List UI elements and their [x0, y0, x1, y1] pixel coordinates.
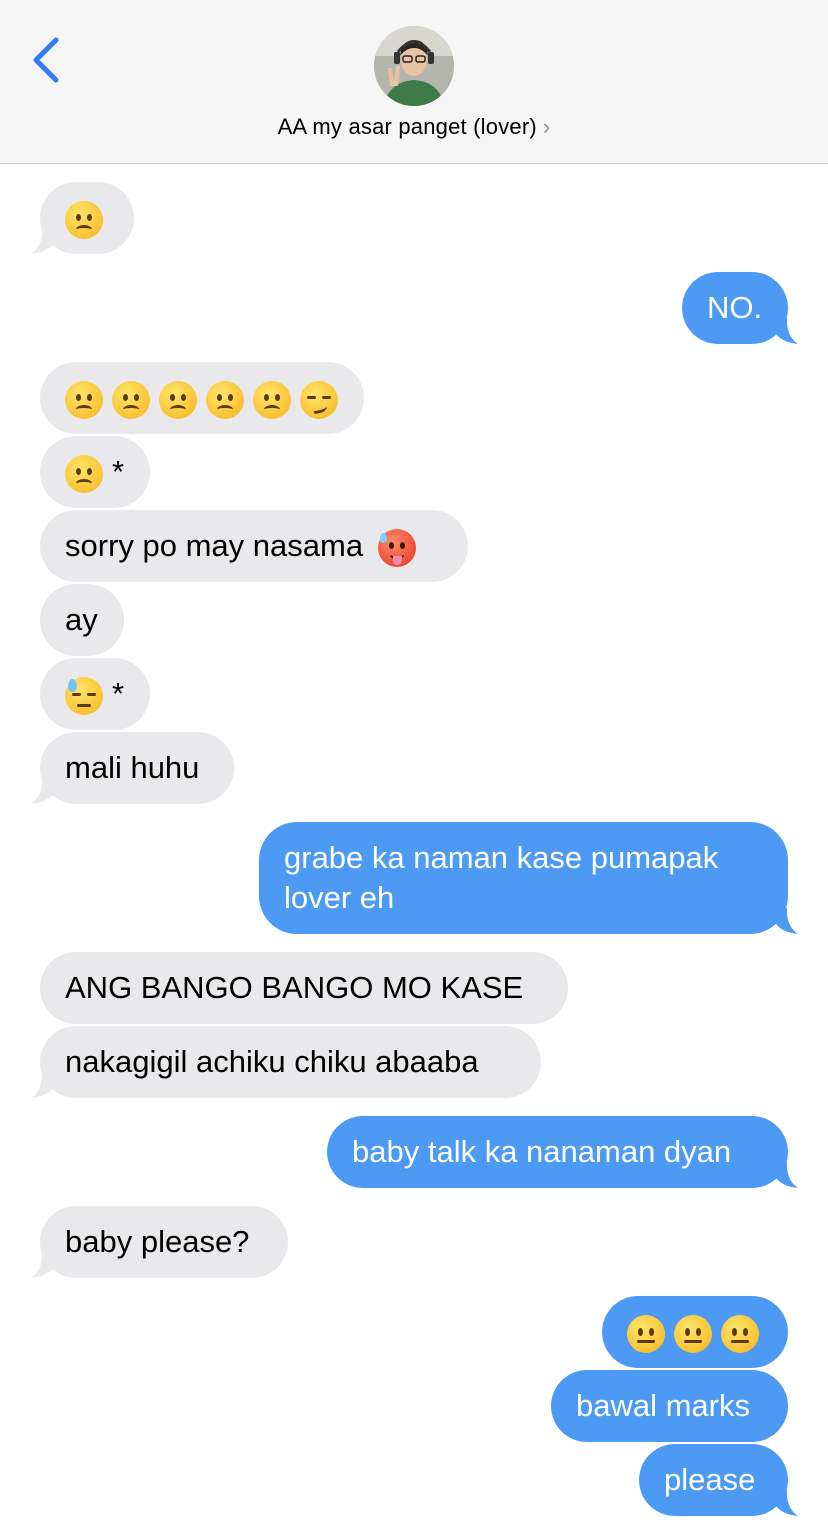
message-text: mali huhu	[65, 750, 200, 785]
message-bubble-incoming[interactable]	[40, 362, 364, 434]
message-bubble-incoming[interactable]: baby please?	[40, 1206, 288, 1278]
bubble-tail	[770, 1490, 800, 1516]
hot-face-icon	[377, 528, 416, 567]
neutral-face-icon	[721, 1314, 759, 1353]
message-bubble-incoming[interactable]: ANG BANGO BANGO MO KASE	[40, 952, 568, 1024]
frowning-face-icon	[65, 200, 103, 239]
bubble-tail	[29, 778, 59, 804]
message-text: baby please?	[65, 1224, 250, 1259]
frowning-face-icon	[159, 380, 197, 419]
contact-avatar[interactable]	[374, 26, 454, 106]
neutral-face-icon	[674, 1314, 712, 1353]
frowning-face-icon	[65, 454, 103, 493]
message-suffix: *	[112, 676, 125, 711]
frowning-face-icon	[112, 380, 150, 419]
bubble-tail	[770, 318, 800, 344]
message-bubble-incoming[interactable]: mali huhu	[40, 732, 234, 804]
message-text: NO.	[707, 290, 763, 325]
message-bubble-outgoing[interactable]: bawal marks	[551, 1370, 788, 1442]
message-bubble-incoming[interactable]: *	[40, 658, 150, 730]
neutral-face-icon	[627, 1314, 665, 1353]
bubble-tail	[770, 1162, 800, 1188]
message-text: ay	[65, 602, 98, 637]
avatar-photo	[374, 26, 454, 106]
message-bubble-incoming[interactable]: *	[40, 436, 150, 508]
bubble-tail	[29, 1072, 59, 1098]
conversation-header: AA my asar panget (lover) ›	[0, 0, 828, 164]
chevron-right-icon: ›	[542, 114, 551, 139]
message-bubble-incoming[interactable]: ay	[40, 584, 124, 656]
smirking-face-icon	[300, 380, 338, 419]
frowning-face-icon	[206, 380, 244, 419]
message-bubble-outgoing[interactable]: please	[639, 1444, 788, 1516]
message-text: grabe ka naman kase pumapak lover eh	[284, 840, 719, 915]
message-text: please	[664, 1462, 756, 1497]
frowning-face-icon	[253, 380, 291, 419]
message-bubble-outgoing[interactable]: grabe ka naman kase pumapak lover eh	[259, 822, 788, 934]
chevron-left-icon	[33, 37, 59, 83]
bubble-tail	[29, 228, 59, 254]
bubble-tail	[29, 1252, 59, 1278]
message-bubble-incoming[interactable]: sorry po may nasama	[40, 510, 468, 582]
contact-name-label: AA my asar panget (lover)	[277, 114, 537, 139]
message-text: bawal marks	[576, 1388, 750, 1423]
message-text: baby talk ka nanaman dyan	[352, 1134, 732, 1169]
message-bubble-incoming[interactable]: nakagigil achiku chiku abaaba	[40, 1026, 541, 1098]
contact-name[interactable]: AA my asar panget (lover) ›	[0, 114, 828, 140]
message-suffix: *	[112, 454, 125, 489]
bubble-tail	[770, 908, 800, 934]
message-bubble-outgoing[interactable]	[602, 1296, 788, 1368]
back-button[interactable]	[22, 30, 72, 90]
message-text: sorry po may nasama	[65, 528, 364, 563]
downcast-sweat-face-icon	[65, 676, 103, 715]
message-bubble-outgoing[interactable]: baby talk ka nanaman dyan	[327, 1116, 788, 1188]
frowning-face-icon	[65, 380, 103, 419]
message-text: ANG BANGO BANGO MO KASE	[65, 970, 524, 1005]
message-text: nakagigil achiku chiku abaaba	[65, 1044, 479, 1079]
